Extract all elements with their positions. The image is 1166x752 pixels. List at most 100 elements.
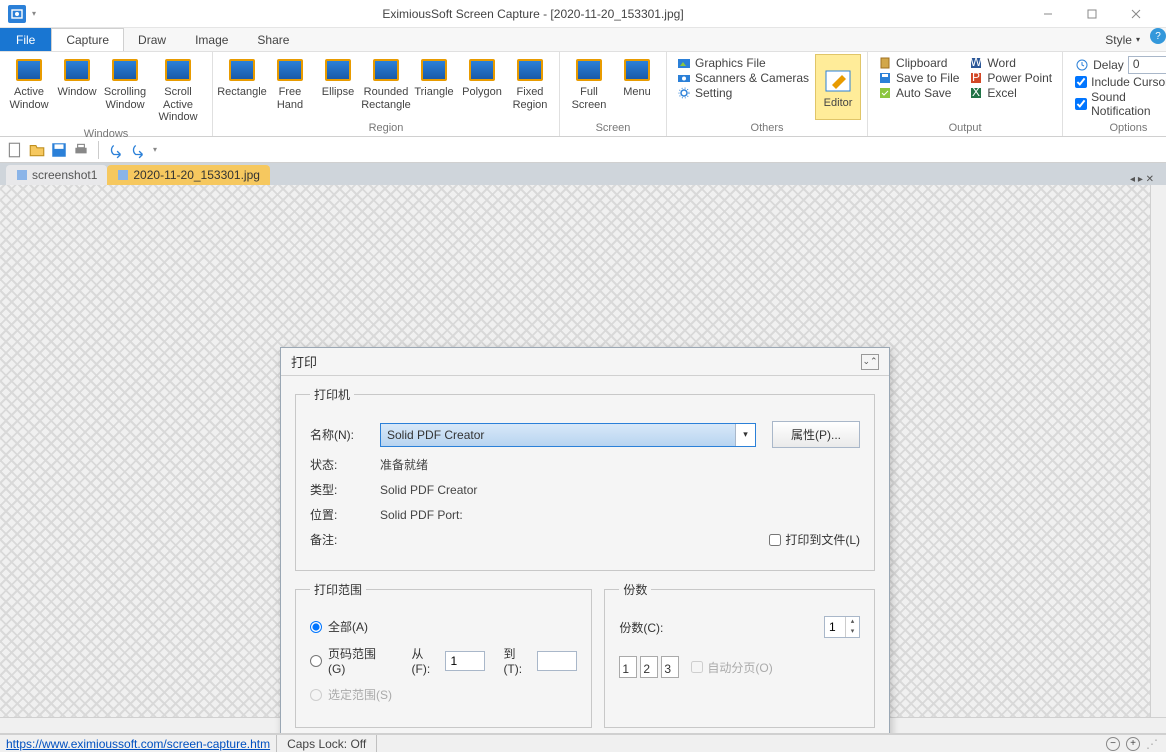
range-fieldset: 打印范围 全部(A) 页码范围(G) 从(F): 到(T): 选定范围(S) [295,581,592,728]
arrow-down-icon[interactable]: ▾ [32,9,36,18]
polygon-button[interactable]: Polygon [459,54,505,120]
location-value: Solid PDF Port: [380,508,463,522]
group-label-screen: Screen [566,120,660,136]
to-input[interactable] [537,651,577,671]
print-icon[interactable] [72,141,90,159]
scrolling-window-button[interactable]: ScrollingWindow [102,54,148,126]
delay-label: Delay [1093,58,1124,72]
triangle-button[interactable]: Triangle [411,54,457,120]
tab-nav[interactable]: ◂ ▸ ✕ [1124,174,1160,185]
auto-save-button[interactable]: Auto Save [878,86,959,100]
tab-capture[interactable]: Capture [51,28,124,51]
print-to-file-checkbox[interactable] [769,534,781,546]
comment-label: 备注: [310,531,380,548]
rounded-rectangle-button[interactable]: RoundedRectangle [363,54,409,120]
copies-fieldset: 份数 份数(C): ▴▾ 1 2 3 自动分页(O) [604,581,875,728]
maximize-button[interactable] [1070,0,1114,28]
rectangle-button[interactable]: Rectangle [219,54,265,120]
scanners-cameras-button[interactable]: Scanners & Cameras [677,71,809,85]
tab-draw[interactable]: Draw [124,28,181,51]
properties-button[interactable]: 属性(P)... [772,421,860,448]
excel-button[interactable]: XExcel [969,86,1052,100]
svg-text:P: P [972,71,980,84]
close-button[interactable] [1114,0,1158,28]
doc-icon [16,169,28,181]
resize-grip-icon[interactable]: ⋰ [1146,737,1158,751]
svg-text:X: X [972,86,980,99]
to-label: 到(T): [503,645,531,676]
caps-lock-status: Caps Lock: Off [277,737,376,751]
full-screen-button[interactable]: FullScreen [566,54,612,120]
scroll-active-window-button[interactable]: Scroll ActiveWindow [150,54,206,126]
printer-fieldset: 打印机 名称(N): Solid PDF Creator▾ 属性(P)... 状… [295,386,875,571]
group-label-others: Others [673,120,861,136]
active-window-button[interactable]: ActiveWindow [6,54,52,126]
group-label-output: Output [874,120,1056,136]
main-menu: File Capture Draw Image Share Style▾ ? [0,28,1166,52]
fixed-region-button[interactable]: FixedRegion [507,54,553,120]
sound-label: Sound Notification [1091,90,1166,118]
app-icon [8,5,26,23]
editor-button[interactable]: Editor [815,54,861,120]
dialog-close-button[interactable]: ⌄⌃ [861,354,879,370]
printer-select[interactable]: Solid PDF Creator▾ [380,423,756,447]
zoom-out-button[interactable]: − [1106,737,1120,751]
collate-preview: 1 2 3 [619,656,679,678]
tab-active-doc[interactable]: 2020-11-20_153301.jpg [107,165,270,185]
range-all-radio[interactable] [310,621,322,633]
range-pages-radio[interactable] [310,655,322,667]
copies-count-label: 份数(C): [619,619,663,636]
dialog-title: 打印 [291,352,861,371]
style-menu[interactable]: Style▾ [1095,28,1150,51]
range-legend: 打印范围 [310,581,366,598]
setting-button[interactable]: Setting [677,86,809,100]
sound-checkbox[interactable] [1075,98,1087,110]
file-menu[interactable]: File [0,28,51,51]
document-tabs: screenshot1 2020-11-20_153301.jpg ◂ ▸ ✕ [0,163,1166,185]
collate-label: 自动分页(O) [707,659,772,676]
canvas-area[interactable]: Finish 打印 ⌄⌃ 打印机 名称(N): Solid PDF Creato… [0,185,1166,734]
group-label-region: Region [219,120,553,136]
status-label: 状态: [310,456,380,473]
copies-spinner[interactable]: ▴▾ [824,616,860,638]
type-value: Solid PDF Creator [380,483,477,497]
status-link[interactable]: https://www.eximioussoft.com/screen-capt… [0,737,276,751]
status-bar: https://www.eximioussoft.com/screen-capt… [0,734,1166,752]
copies-legend: 份数 [619,581,651,598]
redo-icon[interactable] [129,141,147,159]
word-button[interactable]: WWord [969,56,1052,70]
range-all-label: 全部(A) [328,618,368,635]
ellipse-button[interactable]: Ellipse [315,54,361,120]
menu-capture-button[interactable]: Menu [614,54,660,120]
svg-text:W: W [971,56,983,69]
window-title: EximiousSoft Screen Capture - [2020-11-2… [40,7,1026,21]
include-cursor-checkbox[interactable] [1075,76,1087,88]
status-value: 准备就绪 [380,456,428,473]
tab-image[interactable]: Image [181,28,243,51]
freehand-button[interactable]: FreeHand [267,54,313,120]
minimize-button[interactable] [1026,0,1070,28]
type-label: 类型: [310,481,380,498]
tab-screenshot1[interactable]: screenshot1 [6,165,107,185]
help-icon[interactable]: ? [1150,28,1166,44]
window-button[interactable]: Window [54,54,100,126]
undo-icon[interactable] [107,141,125,159]
window-titlebar: ▾ EximiousSoft Screen Capture - [2020-11… [0,0,1166,28]
zoom-in-button[interactable]: + [1126,737,1140,751]
open-icon[interactable] [28,141,46,159]
vertical-scrollbar[interactable] [1150,185,1166,733]
range-selection-label: 选定范围(S) [328,686,392,703]
powerpoint-button[interactable]: PPower Point [969,71,1052,85]
save-icon[interactable] [50,141,68,159]
new-icon[interactable] [6,141,24,159]
from-input[interactable] [445,651,485,671]
delay-select[interactable]: 0 [1128,56,1166,74]
range-pages-label: 页码范围(G) [328,645,388,676]
collate-checkbox [691,661,703,673]
graphics-file-button[interactable]: Graphics File [677,56,809,70]
doc-icon [117,169,129,181]
clipboard-button[interactable]: Clipboard [878,56,959,70]
location-label: 位置: [310,506,380,523]
save-to-file-button[interactable]: Save to File [878,71,959,85]
tab-share[interactable]: Share [243,28,304,51]
